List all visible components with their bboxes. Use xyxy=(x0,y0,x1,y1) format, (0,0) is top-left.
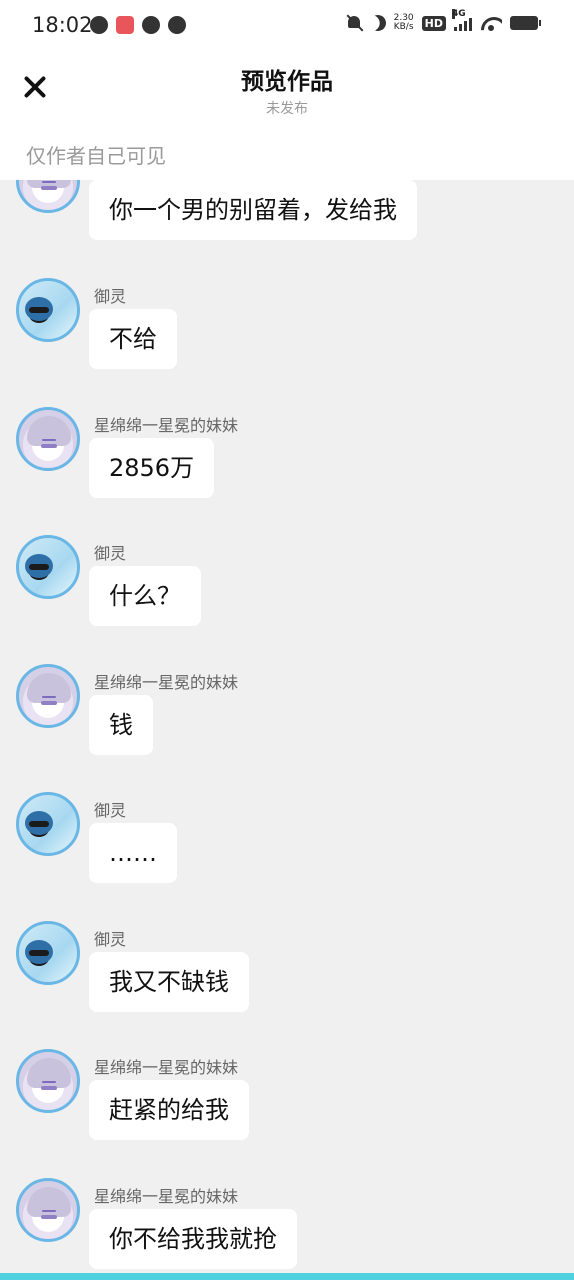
sender-name: 星绵绵一星冕的妹妹 xyxy=(94,1058,239,1077)
bottom-accent-bar xyxy=(0,1273,574,1280)
moon-icon xyxy=(367,13,388,34)
sender-name: 星绵绵一星冕的妹妹 xyxy=(94,673,239,692)
message-bubble[interactable]: 钱 xyxy=(89,695,153,755)
page-title: 预览作品 xyxy=(241,69,333,95)
app-notification-icon xyxy=(116,16,134,34)
wifi-icon xyxy=(480,15,502,31)
message-bubble[interactable]: 你不给我我就抢 xyxy=(89,1209,297,1269)
sender-name: 御灵 xyxy=(94,544,127,563)
message-bubble[interactable]: 你一个男的别留着，发给我 xyxy=(89,180,417,240)
battery-icon xyxy=(510,16,541,30)
avatar[interactable] xyxy=(16,1178,80,1242)
avatar[interactable] xyxy=(16,278,80,342)
message-bubble[interactable]: 不给 xyxy=(89,309,177,369)
avatar[interactable] xyxy=(16,407,80,471)
hd-icon: HD xyxy=(421,15,446,31)
system-icons: 2.30 KB/s HD 4G xyxy=(346,9,541,34)
avatar[interactable] xyxy=(16,535,80,599)
avatar[interactable] xyxy=(16,180,80,213)
sender-name: 御灵 xyxy=(94,287,127,306)
sender-name: 星绵绵一星冕的妹妹 xyxy=(94,416,239,435)
sender-name: 星绵绵一星冕的妹妹 xyxy=(94,1187,239,1206)
net-speed: 2.30 KB/s xyxy=(394,14,414,32)
chat-list[interactable]: 你一个男的别留着，发给我 御灵 不给 星绵绵一星冕的妹妹 2856万 御灵 什么… xyxy=(0,180,574,1273)
visibility-note: 仅作者自己可见 xyxy=(26,144,166,168)
avatar[interactable] xyxy=(16,664,80,728)
compass-icon xyxy=(142,16,160,34)
sender-name: 御灵 xyxy=(94,801,127,820)
message-bubble[interactable]: …… xyxy=(89,823,177,883)
message-bubble[interactable]: 赶紧的给我 xyxy=(89,1080,249,1140)
sender-name: 御灵 xyxy=(94,930,127,949)
game-icon xyxy=(168,16,186,34)
avatar[interactable] xyxy=(16,1049,80,1113)
status-time: 18:02 xyxy=(32,13,93,37)
notification-icons xyxy=(90,16,186,34)
avatar[interactable] xyxy=(16,792,80,856)
video-app-icon xyxy=(90,16,108,34)
mute-bell-icon xyxy=(346,14,362,32)
signal-icon: 4G xyxy=(452,9,472,31)
status-bar: 18:02 2.30 KB/s HD 4G xyxy=(0,0,574,52)
message-bubble[interactable]: 什么？ xyxy=(89,566,201,626)
message-bubble[interactable]: 我又不缺钱 xyxy=(89,952,249,1012)
header: 预览作品 未发布 仅作者自己可见 xyxy=(0,52,574,180)
net-speed-unit: KB/s xyxy=(393,22,414,32)
network-type: 4G xyxy=(452,9,466,19)
message-bubble[interactable]: 2856万 xyxy=(89,438,215,498)
page-subtitle: 未发布 xyxy=(266,101,308,117)
avatar[interactable] xyxy=(16,921,80,985)
